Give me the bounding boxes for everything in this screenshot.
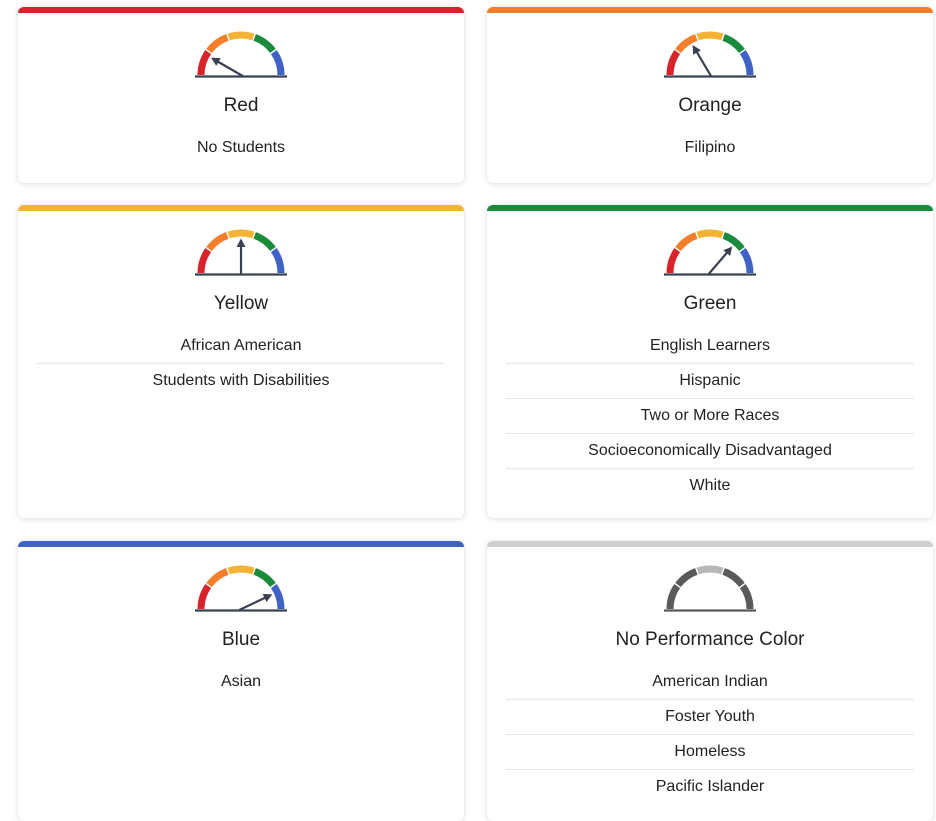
card-accent-bar: [18, 205, 464, 211]
gauge-segment: [270, 248, 285, 274]
gauge-segment: [270, 50, 285, 76]
student-group-item: Socioeconomically Disadvantaged: [506, 434, 914, 469]
gauge-segment: [722, 34, 745, 54]
gauge-icon: [664, 565, 756, 612]
gauge-needle-head: [236, 238, 246, 247]
student-group-item: Hispanic: [506, 364, 914, 399]
gauge-segment: [197, 248, 212, 274]
gauge-segment: [722, 568, 745, 588]
performance-card-none: No Performance Color American Indian Foste…: [487, 541, 933, 821]
gauge-segment: [666, 50, 681, 76]
performance-level-label: Green: [683, 293, 737, 314]
gauge-segment: [197, 584, 212, 610]
gauge-segment: [206, 232, 229, 252]
card-accent-bar: [487, 541, 933, 547]
gauge-segment: [739, 248, 754, 274]
student-group-list: English Learners Hispanic Two or More Race…: [506, 329, 914, 503]
student-group-item: African American: [37, 329, 445, 364]
performance-level-label: Orange: [678, 95, 742, 116]
student-group-item: English Learners: [506, 329, 914, 364]
gauge-segment: [696, 229, 724, 239]
performance-level-label: No Performance Color: [615, 629, 805, 650]
gauge-icon: [195, 31, 287, 78]
card-accent-bar: [487, 205, 933, 211]
performance-card-green: Green English Learners Hispanic Two or More…: [487, 205, 933, 518]
performance-card-red: Red No Students: [18, 7, 464, 183]
gauge-segment: [227, 31, 255, 41]
gauge-segment: [253, 568, 276, 588]
student-group-item: No Students: [196, 139, 286, 156]
gauge-segment: [666, 584, 681, 610]
card-accent-bar: [487, 7, 933, 13]
card-accent-bar: [18, 541, 464, 547]
gauge-icon: [195, 229, 287, 276]
student-group-item: Homeless: [506, 735, 914, 770]
gauge-segment: [666, 248, 681, 274]
gauge-segment: [696, 31, 724, 41]
gauge-segment: [227, 229, 255, 239]
gauge-segment: [206, 34, 229, 54]
student-group-item: Filipino: [684, 139, 736, 156]
student-group-list: American Indian Foster Youth Homeless Pacif…: [506, 665, 914, 804]
performance-level-label: Blue: [221, 629, 261, 650]
gauge-segment: [696, 565, 724, 575]
gauge-icon: [664, 229, 756, 276]
student-group-list: African American Students with Disabiliti…: [37, 329, 445, 398]
student-group-item: Two or More Races: [506, 399, 914, 434]
card-accent-bar: [18, 7, 464, 13]
performance-card-blue: Blue Asian: [18, 541, 464, 821]
gauge-segment: [253, 34, 276, 54]
gauge-segment: [739, 584, 754, 610]
gauge-segment: [675, 232, 698, 252]
performance-card-yellow: Yellow African American Students with Disa…: [18, 205, 464, 518]
gauge-segment: [675, 568, 698, 588]
student-group-item: White: [689, 477, 731, 494]
gauge-segment: [270, 584, 285, 610]
student-group-item: Pacific Islander: [655, 778, 765, 795]
gauge-icon: [664, 31, 756, 78]
gauge-segment: [197, 50, 212, 76]
performance-level-label: Red: [223, 95, 259, 116]
student-group-item: Foster Youth: [506, 700, 914, 735]
gauge-segment: [206, 568, 229, 588]
gauge-icon: [195, 565, 287, 612]
gauge-segment: [739, 50, 754, 76]
performance-card-orange: Orange Filipino: [487, 7, 933, 183]
gauge-segment: [227, 565, 255, 575]
student-group-list: Filipino: [506, 131, 914, 165]
student-group-item: Students with Disabilities: [152, 372, 330, 389]
gauge-segment: [253, 232, 276, 252]
gauge-segment: [722, 232, 745, 252]
student-group-list: Asian: [37, 665, 445, 699]
student-group-item: Asian: [220, 673, 262, 690]
student-group-item: American Indian: [506, 665, 914, 700]
performance-level-label: Yellow: [213, 293, 269, 314]
student-group-list: No Students: [37, 131, 445, 165]
